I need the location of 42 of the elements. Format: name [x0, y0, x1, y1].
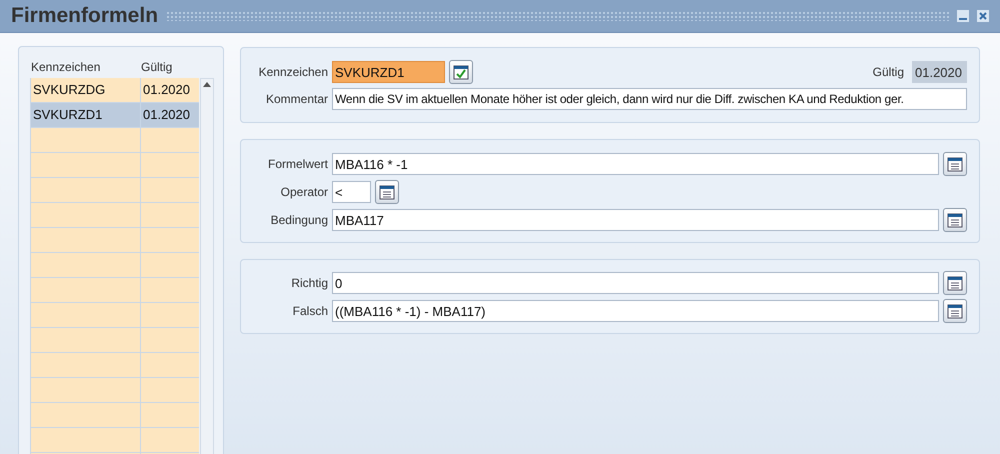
field-label: Kennzeichen	[258, 64, 328, 81]
input-field[interactable]: Wenn die SV im aktuellen Monate höher ist oder gleich, dann wird nur die Diff. zwischen KA und Reduktion ger.	[332, 88, 967, 110]
input-field[interactable]: MBA117	[332, 209, 939, 231]
field-label: Richtig	[290, 275, 328, 292]
input-field[interactable]: ((MBA116 * -1) - MBA117)	[332, 300, 939, 322]
calendar-list-icon	[379, 184, 395, 200]
input-field[interactable]: SVKURZD1	[332, 61, 445, 83]
window-title: Firmenformeln	[11, 3, 158, 30]
field-label: Operator	[280, 184, 328, 201]
column-header: Kennzeichen	[30, 59, 102, 76]
lookup-button[interactable]	[943, 299, 967, 323]
field-label: Kommentar	[264, 91, 328, 108]
lookup-button[interactable]	[943, 271, 967, 295]
list-row[interactable]: SVKURZD1 01.2020	[31, 103, 199, 128]
scroll-up-icon[interactable]	[203, 82, 211, 87]
calendar-list-icon	[947, 303, 963, 319]
table-cell-text: 01.2020	[142, 81, 191, 100]
input-field[interactable]: MBA116 * -1	[332, 153, 939, 175]
close-icon	[979, 12, 987, 20]
field-label: Bedingung	[270, 212, 328, 229]
table-cell-text: 01.2020	[142, 106, 191, 124]
calendar-check-icon	[453, 64, 469, 80]
calendar-list-icon	[947, 212, 963, 228]
field-label: Falsch	[292, 303, 328, 320]
field-label: Formelwert	[266, 156, 328, 173]
validate-button[interactable]	[449, 60, 473, 84]
table-cell: SVKURZDG	[31, 78, 141, 102]
table-cell: SVKURZD1	[31, 103, 141, 127]
lookup-button[interactable]	[375, 180, 399, 204]
calendar-list-icon	[947, 275, 963, 291]
field-label: Gültig	[872, 64, 904, 81]
minimize-button[interactable]	[957, 10, 969, 22]
input-field[interactable]: 0	[332, 272, 939, 294]
input-field[interactable]: 01.2020	[912, 61, 967, 83]
lookup-button[interactable]	[943, 208, 967, 232]
calendar-list-icon	[947, 156, 963, 172]
list-row[interactable]: SVKURZDG 01.2020	[31, 78, 199, 103]
lookup-button[interactable]	[943, 152, 967, 176]
close-button[interactable]	[977, 10, 989, 22]
scrollbar[interactable]	[200, 78, 214, 454]
column-header: Gültig	[140, 59, 172, 76]
input-field[interactable]: <	[332, 181, 371, 203]
